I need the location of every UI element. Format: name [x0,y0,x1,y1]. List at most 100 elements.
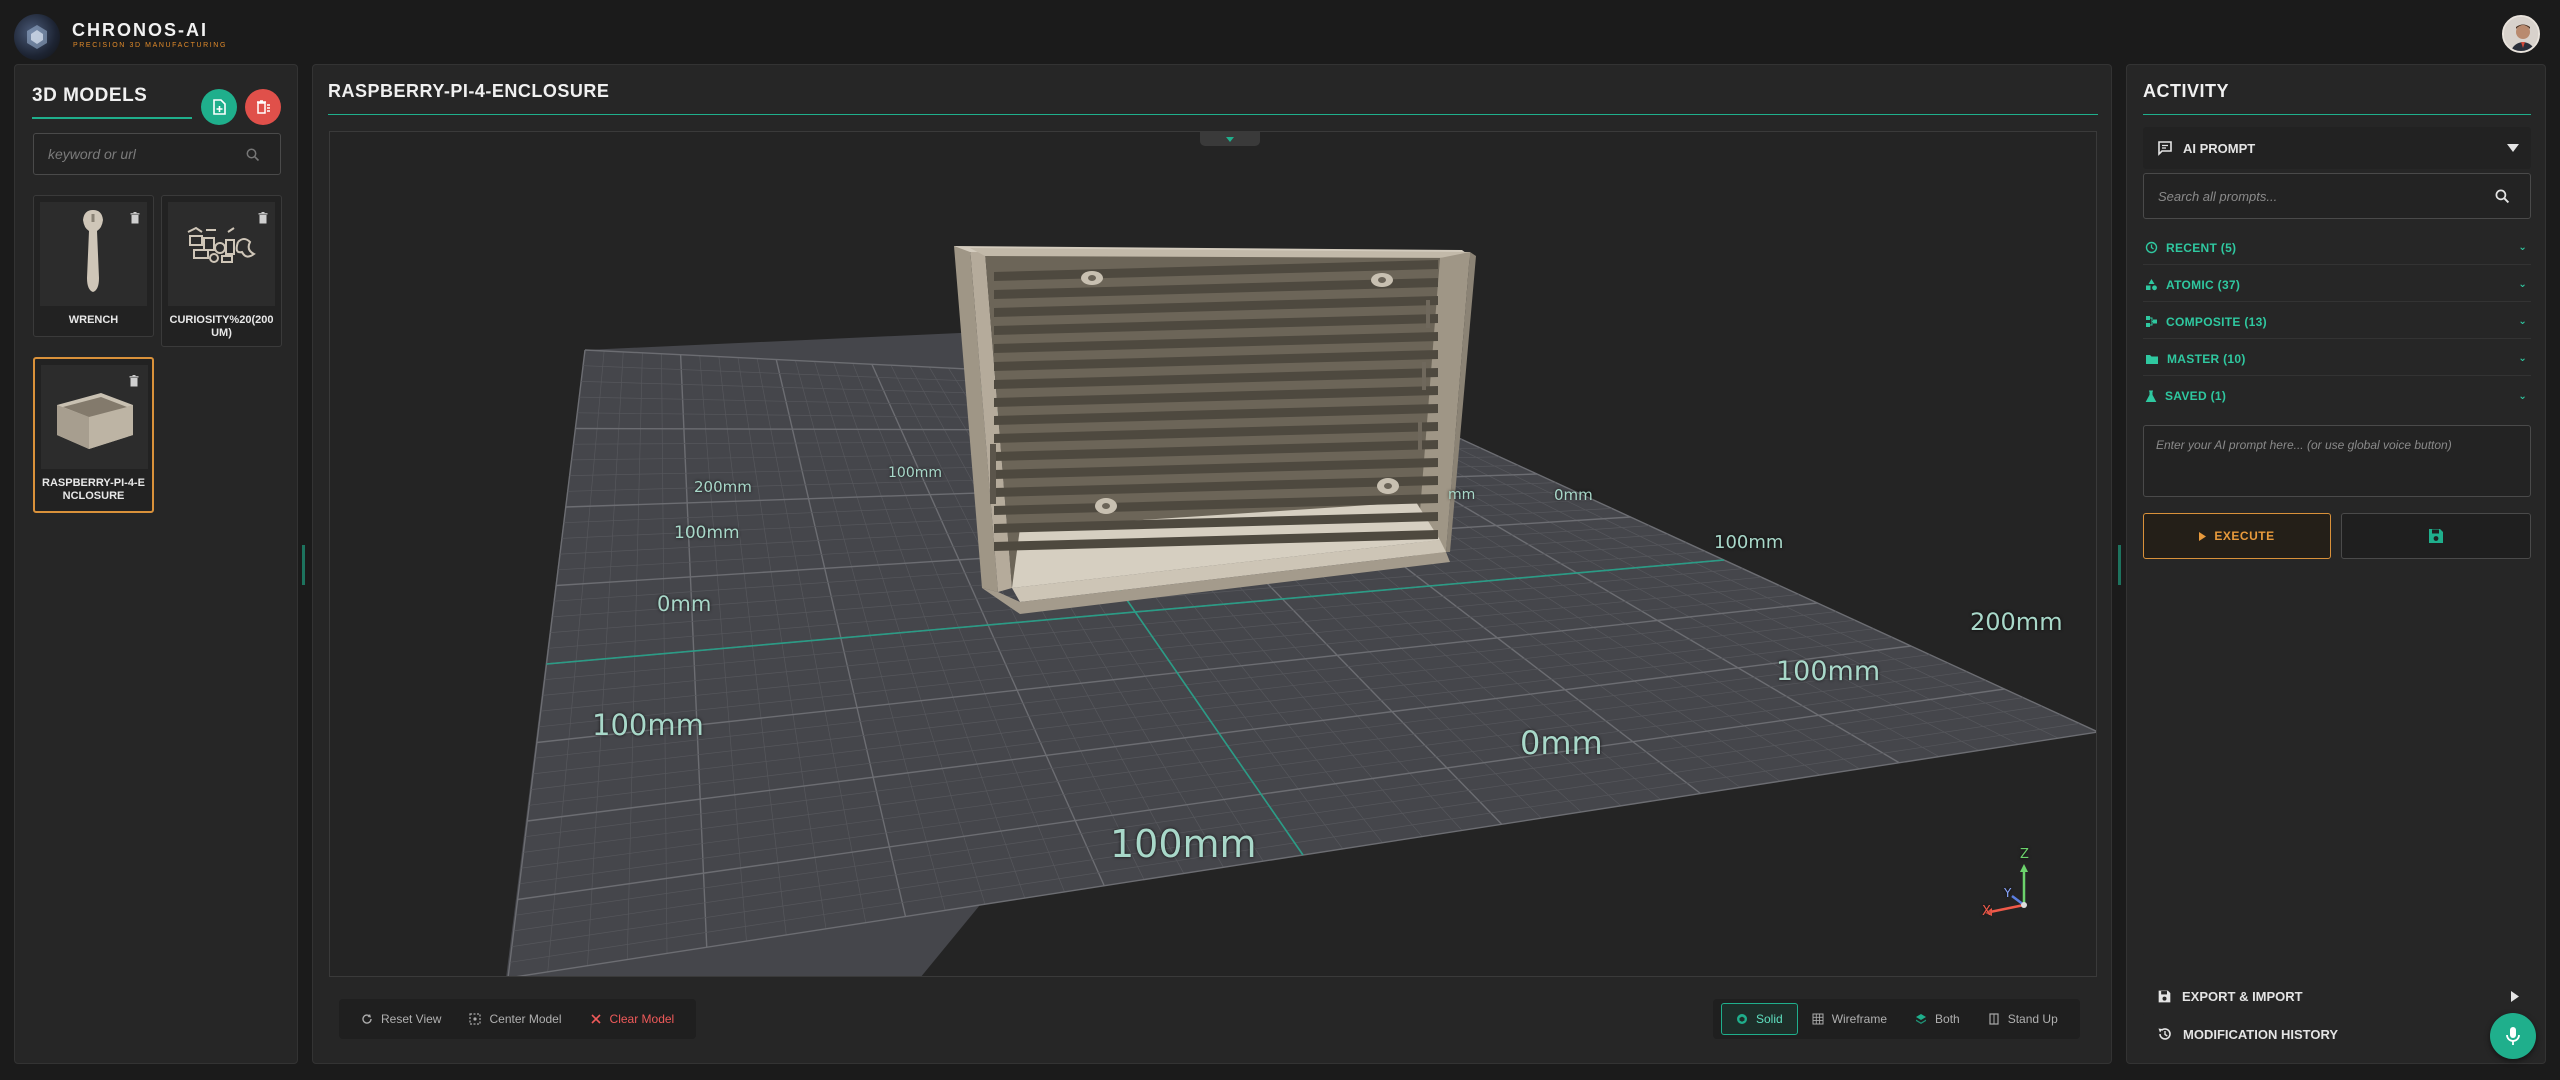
search-icon[interactable] [2495,189,2510,204]
ai-prompt-section-header[interactable]: AI PROMPT [2143,127,2531,169]
save-icon [2429,529,2443,543]
grid-label: 100mm [592,708,704,742]
export-import-label: EXPORT & IMPORT [2182,988,2303,1004]
grid-label: 100mm [888,465,942,481]
model-name: CURIOSITY%20(200UM) [169,314,274,339]
brand-tagline: PRECISION 3D MANUFACTURING [73,42,227,49]
center-model-button[interactable]: Center Model [455,1003,575,1035]
history-icon [2145,241,2158,254]
category-label: COMPOSITE (13) [2166,314,2267,329]
model-search-field[interactable] [33,133,281,175]
render-mode-wireframe-button[interactable]: Wireframe [1798,1003,1901,1035]
grid-label: 100mm [1776,656,1881,687]
stand-up-button[interactable]: Stand Up [1974,1003,2072,1035]
category-saved[interactable]: SAVED (1) ⌄ [2143,379,2531,413]
title-underline [32,117,192,119]
model-card-wrench[interactable]: WRENCH [33,195,154,337]
export-import-section-header[interactable]: EXPORT & IMPORT [2143,975,2531,1017]
wireframe-grid-icon [1812,1013,1824,1025]
file-add-icon [213,99,226,115]
add-model-button[interactable] [201,89,237,125]
search-icon[interactable] [246,148,260,162]
grid-label: 100mm [674,523,740,543]
model-card-curiosity[interactable]: CURIOSITY%20(200UM) [161,195,282,347]
title-underline [328,114,2098,115]
reset-view-icon [362,1014,372,1024]
brand-logo-icon[interactable] [14,14,60,60]
folder-icon [2146,354,2158,364]
voice-input-button[interactable] [2490,1013,2536,1059]
model-card-raspberry-pi-4-enclosure[interactable]: RASPBERRY-PI-4-ENCLOSURE [33,357,154,513]
category-master[interactable]: MASTER (10) ⌄ [2143,342,2531,376]
axis-label-x: X [1982,904,1991,919]
save-icon [2158,990,2171,1002]
delete-model-icon[interactable] [129,375,139,387]
grid-label: 100mm [1714,532,1784,553]
save-prompt-button[interactable] [2341,513,2531,559]
view-controls-toolbar: Reset View Center Model Clear Model [339,999,697,1039]
microphone-icon [2506,1027,2520,1045]
user-avatar[interactable] [2502,15,2540,53]
viewport-collapse-toggle[interactable] [1200,132,1260,146]
category-atomic[interactable]: ATOMIC (37) ⌄ [2143,268,2531,302]
category-composite[interactable]: COMPOSITE (13) ⌄ [2143,305,2531,339]
reset-view-button[interactable]: Reset View [347,1003,455,1035]
activity-panel: ACTIVITY AI PROMPT RECENT (5) ⌄ ATOMIC (… [2126,64,2546,1064]
chevron-down-icon: ⌄ [2518,353,2527,364]
layers-icon [1916,1014,1927,1024]
brand-name: CHRONOS-AI [72,20,208,40]
right-panel-resize-handle[interactable] [2118,545,2121,585]
prompt-search-field[interactable] [2143,173,2531,219]
shapes-icon [2146,279,2157,291]
execute-label: EXECUTE [2214,529,2275,543]
delete-model-icon[interactable] [130,212,140,224]
ai-prompt-textarea[interactable] [2143,425,2531,497]
render-mode-both-button[interactable]: Both [1901,1003,1974,1035]
axis-label-z: Z [2020,847,2029,862]
wireframe-label: Wireframe [1831,1012,1888,1026]
reset-view-label: Reset View [381,1012,442,1026]
both-label: Both [1935,1012,1960,1026]
title-underline [2143,114,2531,115]
grid-label: 0mm [1520,724,1603,762]
category-label: RECENT (5) [2166,240,2237,255]
delete-model-icon[interactable] [258,212,268,224]
chevron-down-icon: ⌄ [2518,390,2527,402]
render-mode-solid-button[interactable]: Solid [1721,1003,1798,1035]
grid-label: 100mm [1110,822,1257,866]
modification-history-section-header[interactable]: MODIFICATION HISTORY [2143,1013,2531,1055]
execute-button[interactable]: EXECUTE [2143,513,2331,559]
close-icon [590,1014,601,1024]
caret-down-icon [2507,144,2519,152]
delete-all-icon [257,100,270,114]
solid-cube-icon [1737,1014,1747,1024]
grid-label: 200mm [694,478,752,496]
model-name: RASPBERRY-PI-4-ENCLOSURE [42,477,145,502]
render-mode-toolbar: Solid Wireframe Both Stand Up [1713,999,2080,1039]
category-recent[interactable]: RECENT (5) ⌄ [2143,231,2531,265]
category-label: SAVED (1) [2165,389,2227,403]
chevron-down-icon [1226,136,1234,142]
models-panel: 3D MODELS WRENCH [14,64,298,1064]
chevron-down-icon: ⌄ [2518,279,2527,290]
delete-all-models-button[interactable] [245,89,281,125]
ai-prompt-label: AI PROMPT [2183,140,2256,156]
model-name: WRENCH [68,314,119,326]
viewer-title: RASPBERRY-PI-4-ENCLOSURE [328,81,610,101]
grid-label: 200mm [1970,608,2063,636]
clear-model-label: Clear Model [609,1012,675,1026]
chat-icon [2158,141,2172,156]
3d-viewport[interactable]: 200mm 100mm 100mm 0mm 100mm 100mm mm 0mm… [329,131,2097,977]
viewer-panel: RASPBERRY-PI-4-ENCLOSURE 200mm 100mm 100… [312,64,2112,1064]
solid-label: Solid [1756,1012,1783,1026]
left-panel-resize-handle[interactable] [302,545,305,585]
chevron-down-icon: ⌄ [2518,316,2527,327]
enclosure-model[interactable] [954,246,1476,614]
clear-model-button[interactable]: Clear Model [576,1003,689,1035]
model-search-input[interactable] [34,134,244,174]
prompt-search-input[interactable] [2144,174,2474,218]
activity-title: ACTIVITY [2143,81,2230,101]
grid-label: 0mm [657,592,712,616]
caret-right-icon [2511,991,2519,1002]
models-panel-title: 3D MODELS [32,85,148,106]
